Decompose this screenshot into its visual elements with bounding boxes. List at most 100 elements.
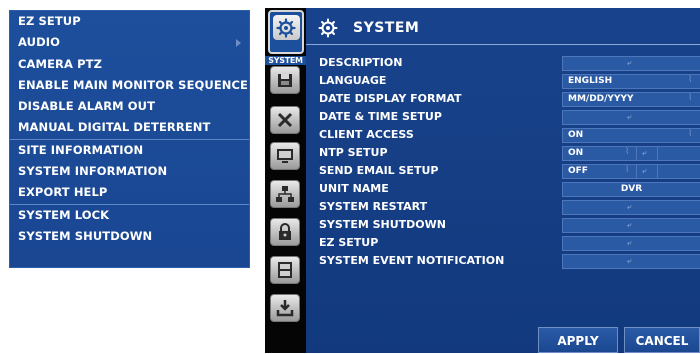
setting-label: SYSTEM RESTART — [319, 200, 428, 213]
apply-button[interactable]: APPLY — [538, 327, 618, 353]
menu-item-label: AUDIO — [18, 35, 60, 50]
menu-item-system-lock[interactable]: SYSTEM LOCK — [10, 203, 249, 226]
email-select[interactable]: OFF ⌇ — [563, 165, 637, 178]
tab-tools[interactable] — [270, 106, 300, 134]
gear-icon — [276, 17, 296, 38]
menu-item-label: MANUAL DIGITAL DETERRENT — [18, 120, 211, 135]
tab-network[interactable] — [270, 180, 300, 208]
enter-icon: ⤶ — [627, 220, 632, 229]
cancel-button[interactable]: CANCEL — [624, 327, 700, 353]
submenu-arrow-icon — [236, 39, 241, 48]
description-enter-button[interactable]: ⤶ — [562, 56, 700, 71]
setting-label: LANGUAGE — [319, 74, 387, 87]
client-access-select[interactable]: ON ⌇ — [562, 128, 700, 143]
setting-label: SEND EMAIL SETUP — [319, 164, 439, 177]
enter-icon: ⤶ — [642, 166, 647, 175]
scroll-icon: ⌇ — [688, 129, 693, 139]
tab-hdd[interactable] — [270, 256, 300, 284]
setting-row-date-time-setup: DATE & TIME SETUP ⤶ — [306, 109, 700, 126]
setting-row-system-restart: SYSTEM RESTART ⤶ — [306, 199, 700, 216]
event-notification-enter-button[interactable]: ⤶ — [562, 254, 700, 269]
setting-label: SYSTEM EVENT NOTIFICATION — [319, 254, 505, 267]
network-icon — [276, 186, 294, 202]
menu-item-system-information[interactable]: SYSTEM INFORMATION — [10, 161, 249, 182]
setting-label: SYSTEM SHUTDOWN — [319, 218, 446, 231]
ntp-setup-field: ON ⌇ ⤶ — [562, 146, 700, 161]
tab-system-label: SYSTEM — [265, 56, 306, 65]
tab-storage[interactable] — [270, 66, 300, 94]
date-format-select[interactable]: MM/DD/YYYY ⌇ — [562, 92, 700, 107]
email-enter-button[interactable]: ⤶ — [637, 165, 658, 178]
setting-row-system-shutdown: SYSTEM SHUTDOWN ⤶ — [306, 217, 700, 234]
storage-icon — [278, 74, 292, 87]
menu-item-label: DISABLE ALARM OUT — [18, 99, 156, 114]
context-menu: EZ SETUP AUDIO CAMERA PTZ ENABLE MAIN MO… — [9, 10, 250, 268]
menu-item-label: SYSTEM INFORMATION — [18, 164, 168, 179]
tab-system[interactable] — [268, 10, 304, 54]
scroll-icon: ⌇ — [625, 165, 630, 175]
setting-row-send-email-setup: SEND EMAIL SETUP OFF ⌇ ⤶ — [306, 163, 700, 180]
tab-backup[interactable] — [270, 294, 300, 322]
ntp-select[interactable]: ON ⌇ — [563, 147, 637, 160]
menu-item-label: SYSTEM SHUTDOWN — [18, 228, 153, 243]
enter-icon: ⤶ — [627, 112, 632, 121]
menu-item-label: SITE INFORMATION — [18, 142, 144, 157]
menu-item-disable-alarm-out[interactable]: DISABLE ALARM OUT — [10, 96, 249, 117]
menu-item-camera-ptz[interactable]: CAMERA PTZ — [10, 54, 249, 75]
setting-row-unit-name: UNIT NAME DVR — [306, 181, 700, 198]
menu-item-ez-setup[interactable]: EZ SETUP — [10, 11, 249, 32]
select-value: ENGLISH — [568, 76, 613, 86]
setting-label: CLIENT ACCESS — [319, 128, 414, 141]
tab-security[interactable] — [270, 218, 300, 246]
setting-label: EZ SETUP — [319, 236, 379, 249]
monitor-icon — [277, 149, 293, 163]
select-value: ON — [568, 148, 584, 158]
menu-item-label: ENABLE MAIN MONITOR SEQUENCE — [18, 77, 249, 92]
scroll-icon: ⌇ — [625, 147, 630, 157]
ez-setup-enter-button[interactable]: ⤶ — [562, 236, 700, 251]
menu-item-manual-digital-deterrent[interactable]: MANUAL DIGITAL DETERRENT — [10, 117, 249, 138]
hdd-icon — [278, 262, 292, 278]
input-value: DVR — [620, 184, 643, 194]
tab-display[interactable] — [270, 142, 300, 170]
select-value: MM/DD/YYYY — [568, 94, 634, 104]
system-restart-enter-button[interactable]: ⤶ — [562, 200, 700, 215]
menu-item-site-information[interactable]: SITE INFORMATION — [10, 138, 249, 161]
lock-icon — [279, 223, 291, 240]
setting-row-date-display-format: DATE DISPLAY FORMAT MM/DD/YYYY ⌇ — [306, 91, 700, 108]
menu-item-label: SYSTEM LOCK — [18, 207, 110, 222]
select-value: OFF — [568, 166, 588, 176]
enter-icon: ⤶ — [627, 238, 632, 247]
panel-header: SYSTEM — [306, 14, 700, 45]
language-select[interactable]: ENGLISH ⌇ — [562, 74, 700, 89]
settings-window: SYSTEM SYSTEM DESCRIPTION ⤶ LANGUAGE ENG… — [265, 8, 700, 353]
menu-item-system-shutdown[interactable]: SYSTEM SHUTDOWN — [10, 226, 249, 247]
email-setup-field: OFF ⌇ ⤶ — [562, 164, 700, 179]
menu-item-audio[interactable]: AUDIO — [10, 32, 249, 53]
enter-icon: ⤶ — [627, 58, 632, 67]
menu-item-label: EZ SETUP — [18, 14, 81, 28]
system-shutdown-enter-button[interactable]: ⤶ — [562, 218, 700, 233]
setting-row-client-access: CLIENT ACCESS ON ⌇ — [306, 127, 700, 144]
setting-row-ntp-setup: NTP SETUP ON ⌇ ⤶ — [306, 145, 700, 162]
download-icon — [276, 300, 294, 317]
date-time-enter-button[interactable]: ⤶ — [562, 110, 700, 125]
enter-icon: ⤶ — [627, 202, 632, 211]
setting-row-system-event-notification: SYSTEM EVENT NOTIFICATION ⤶ — [306, 253, 700, 270]
setting-label: DESCRIPTION — [319, 56, 403, 69]
menu-item-label: EXPORT HELP — [18, 185, 108, 200]
system-settings-panel: SYSTEM DESCRIPTION ⤶ LANGUAGE ENGLISH ⌇ D… — [306, 8, 700, 353]
setting-label: DATE DISPLAY FORMAT — [319, 92, 462, 105]
enter-icon: ⤶ — [627, 256, 632, 265]
menu-item-enable-main-monitor-sequence[interactable]: ENABLE MAIN MONITOR SEQUENCE — [10, 75, 249, 96]
enter-icon: ⤶ — [642, 148, 647, 157]
setting-row-ez-setup: EZ SETUP ⤶ — [306, 235, 700, 252]
menu-item-export-help[interactable]: EXPORT HELP — [10, 182, 249, 203]
ntp-enter-button[interactable]: ⤶ — [637, 147, 658, 160]
unit-name-input[interactable]: DVR — [562, 182, 700, 197]
page-title: SYSTEM — [353, 20, 420, 36]
gear-icon — [318, 18, 338, 38]
category-tabs: SYSTEM — [265, 8, 306, 353]
setting-label: UNIT NAME — [319, 182, 389, 195]
scroll-icon: ⌇ — [688, 93, 693, 103]
